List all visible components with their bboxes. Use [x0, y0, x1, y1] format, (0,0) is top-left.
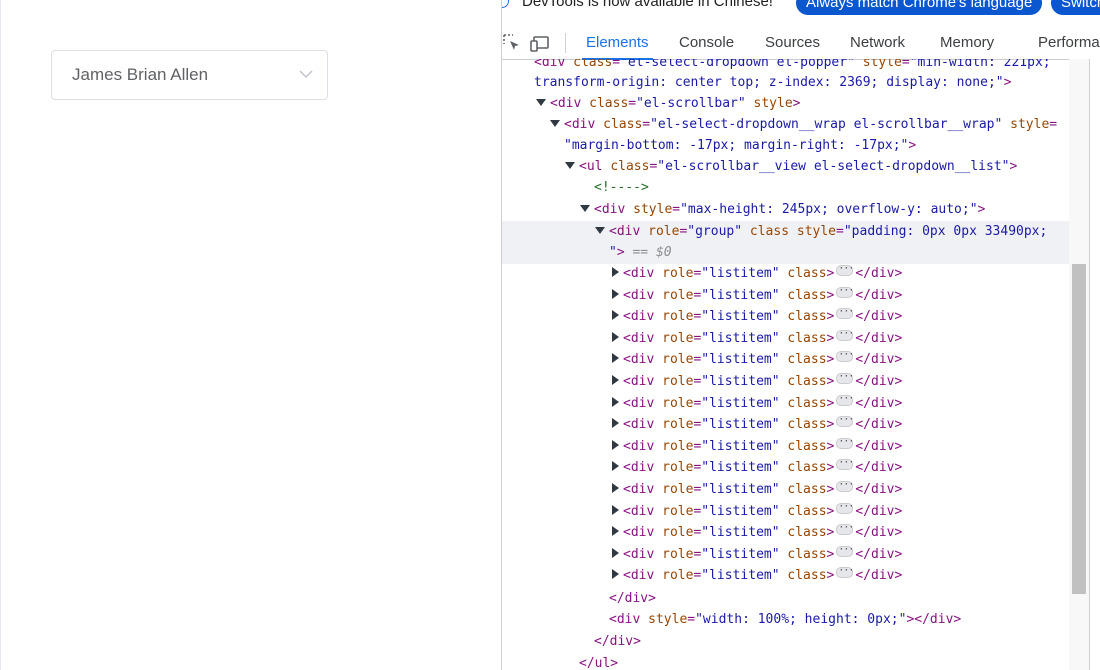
dom-node-close-ul[interactable]: </ul> — [502, 653, 1069, 670]
collapsed-triangle-icon[interactable] — [612, 396, 619, 407]
ellipsis-icon[interactable] — [836, 496, 853, 518]
dom-node-group-selected[interactable]: <div role="group" class style="padding: … — [502, 221, 1069, 243]
collapsed-triangle-icon[interactable] — [612, 288, 619, 299]
ellipsis-icon[interactable] — [836, 344, 853, 366]
ellipsis-icon[interactable] — [836, 560, 853, 582]
dom-node-listitem[interactable]: <div role="listitem" class></div> — [502, 452, 1069, 479]
dom-node-max-height[interactable]: <div style="max-height: 245px; overflow-… — [502, 199, 1069, 221]
device-toolbar-icon[interactable] — [530, 33, 550, 53]
collapsed-triangle-icon[interactable] — [612, 375, 619, 385]
dom-node-listitem[interactable]: <div role="listitem" class></div> — [502, 388, 1069, 415]
tab-memory[interactable]: Memory — [940, 27, 994, 59]
inspect-element-icon[interactable] — [502, 33, 522, 53]
tab-sources[interactable]: Sources — [765, 27, 820, 59]
expand-triangle-icon[interactable] — [565, 162, 575, 169]
tab-console[interactable]: Console — [679, 27, 734, 59]
collapsed-triangle-icon[interactable] — [612, 526, 619, 537]
dom-node-listitem[interactable]: <div role="listitem" class></div> — [502, 258, 1069, 285]
expand-triangle-icon[interactable] — [580, 205, 590, 212]
language-infobar: DevTools is now available in Chinese! Al… — [502, 0, 1100, 20]
dom-node-scrollbar[interactable]: <div class="el-scrollbar" style> — [502, 93, 1069, 115]
person-select[interactable]: James Brian Allen — [51, 50, 328, 100]
dom-node-popper-style[interactable]: transform-origin: center top; z-index: 2… — [502, 72, 1069, 94]
ellipsis-icon[interactable] — [836, 366, 853, 388]
dom-node-spacer-div[interactable]: <div style="width: 100%; height: 0px;"><… — [502, 609, 1069, 631]
ellipsis-icon[interactable] — [836, 301, 853, 323]
dom-node-listitem[interactable]: <div role="listitem" class></div> — [502, 431, 1069, 458]
collapsed-triangle-icon[interactable] — [612, 418, 619, 429]
collapsed-triangle-icon[interactable] — [612, 504, 619, 515]
dom-node-listitem[interactable]: <div role="listitem" class></div> — [502, 409, 1069, 436]
tab-elements[interactable]: Elements — [582, 27, 653, 60]
collapsed-triangle-icon[interactable] — [612, 267, 619, 277]
ellipsis-icon[interactable] — [836, 474, 853, 496]
ellipsis-icon[interactable] — [836, 452, 853, 474]
dom-node-listitem[interactable]: <div role="listitem" class></div> — [502, 301, 1069, 328]
info-icon — [502, 0, 509, 8]
ellipsis-icon[interactable] — [836, 539, 853, 561]
page-area: James Brian Allen — [0, 0, 501, 670]
always-match-language-button[interactable]: Always match Chrome's language — [796, 0, 1043, 15]
dom-node-comment[interactable]: <!----> — [502, 177, 1069, 199]
devtools-tabbar: Elements Console Sources Network Memory … — [502, 27, 1100, 60]
collapsed-triangle-icon[interactable] — [612, 547, 619, 558]
expand-triangle-icon[interactable] — [550, 120, 560, 127]
scrollbar-thumb[interactable] — [1072, 264, 1086, 594]
collapsed-triangle-icon[interactable] — [612, 353, 619, 364]
styles-sidebar-edge — [1089, 59, 1100, 670]
chevron-down-icon — [299, 70, 313, 79]
ellipsis-icon[interactable] — [836, 409, 853, 431]
collapsed-triangle-icon[interactable] — [612, 461, 619, 472]
switch-language-button[interactable]: Switch — [1051, 0, 1100, 15]
dom-node-close-div[interactable]: </div> — [502, 588, 1069, 610]
dom-node-listitem[interactable]: <div role="listitem" class></div> — [502, 344, 1069, 371]
dom-tree-scrollbar[interactable] — [1069, 59, 1089, 670]
select-value: James Brian Allen — [72, 65, 209, 84]
collapsed-triangle-icon[interactable] — [612, 483, 619, 493]
ellipsis-icon[interactable] — [836, 323, 853, 345]
dom-node-ul[interactable]: <ul class="el-scrollbar__view el-select-… — [502, 156, 1069, 178]
dom-node-wrap-style[interactable]: "margin-bottom: -17px; margin-right: -17… — [502, 135, 1069, 157]
collapsed-triangle-icon[interactable] — [612, 439, 619, 450]
expand-triangle-icon[interactable] — [595, 227, 605, 234]
toolbar-divider — [565, 33, 566, 53]
dom-node-listitem[interactable]: <div role="listitem" class></div> — [502, 323, 1069, 350]
ellipsis-icon[interactable] — [836, 431, 853, 453]
ellipsis-icon[interactable] — [836, 517, 853, 539]
dom-node-listitem[interactable]: <div role="listitem" class></div> — [502, 366, 1069, 393]
dom-node-close-div-2[interactable]: </div> — [502, 631, 1069, 653]
tab-network[interactable]: Network — [850, 27, 905, 59]
dom-node-group-selected-cont[interactable]: "> == $0 — [502, 242, 1069, 264]
ellipsis-icon[interactable] — [836, 280, 853, 302]
dom-node-listitem[interactable]: <div role="listitem" class></div> — [502, 539, 1069, 566]
collapsed-triangle-icon[interactable] — [612, 310, 619, 321]
devtools-panel: DevTools is now available in Chinese! Al… — [501, 0, 1100, 670]
dom-node-listitem[interactable]: <div role="listitem" class></div> — [502, 474, 1069, 501]
ellipsis-icon[interactable] — [836, 258, 853, 280]
dom-node-listitem[interactable]: <div role="listitem" class></div> — [502, 517, 1069, 544]
dom-node-listitem[interactable]: <div role="listitem" class></div> — [502, 496, 1069, 523]
ellipsis-icon[interactable] — [836, 388, 853, 410]
dom-node-scrollbar-wrap[interactable]: <div class="el-select-dropdown__wrap el-… — [502, 114, 1069, 136]
dom-node-listitem[interactable]: <div role="listitem" class></div> — [502, 280, 1069, 307]
dom-tree[interactable]: <div class="el-select-dropdown el-popper… — [502, 59, 1069, 670]
infobar-text: DevTools is now available in Chinese! — [522, 0, 773, 10]
dom-node-listitem[interactable]: <div role="listitem" class></div> — [502, 560, 1069, 587]
collapsed-triangle-icon[interactable] — [612, 331, 619, 342]
collapsed-triangle-icon[interactable] — [612, 569, 619, 580]
tab-performance[interactable]: Performance — [1038, 27, 1100, 59]
expand-triangle-icon[interactable] — [536, 99, 546, 106]
